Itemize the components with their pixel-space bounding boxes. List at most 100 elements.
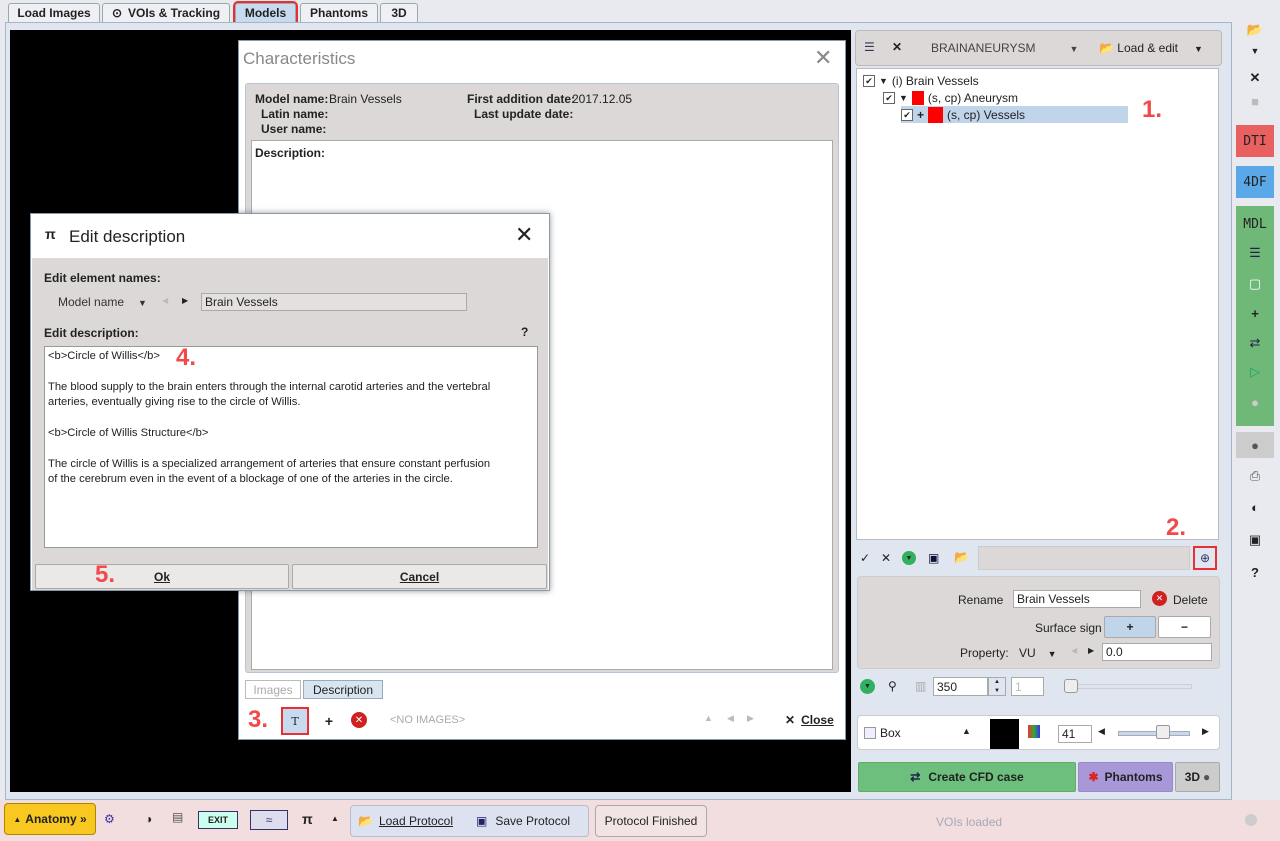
check-icon[interactable]: ✓ [860, 551, 870, 565]
close-button[interactable]: ✕ Close [785, 713, 834, 727]
box-checkbox[interactable] [864, 727, 876, 739]
clear-icon[interactable]: ✕ [892, 40, 902, 54]
surface-icon[interactable]: ▢ [1236, 276, 1274, 292]
spin-input[interactable]: 350 [933, 677, 988, 696]
pi-icon[interactable]: π [302, 811, 313, 827]
add-icon[interactable]: + [1236, 306, 1274, 321]
prev-arrow-icon[interactable]: ◀ [727, 713, 734, 724]
create-cfd-button[interactable]: ⇄ Create CFD case [858, 762, 1076, 792]
ok-button[interactable]: Ok [35, 564, 289, 589]
save-icon[interactable]: ▣ [928, 551, 939, 565]
tool-icon[interactable]: ⚲ [888, 679, 897, 693]
surface-minus-button[interactable]: − [1158, 616, 1211, 638]
property-value-input[interactable]: 0.0 [1102, 643, 1212, 661]
spinner-arrows[interactable]: ▲ ▼ [988, 677, 1006, 696]
add-icon[interactable]: + [321, 711, 337, 731]
tab-description[interactable]: Description [303, 680, 383, 699]
folder-open-icon[interactable]: 📂 [954, 550, 969, 564]
tree-node[interactable]: ✔ ▼ (i) Brain Vessels [863, 74, 979, 88]
text-edit-button[interactable]: T [281, 707, 309, 735]
down-circle-icon[interactable]: ▼ [902, 551, 916, 565]
calculator-icon[interactable]: ▤ [172, 810, 183, 824]
compare-icon[interactable]: ≈ [250, 810, 288, 830]
level-slider-thumb[interactable] [1156, 725, 1170, 739]
color-swatch[interactable] [911, 91, 924, 105]
frame-input[interactable]: 1 [1011, 677, 1044, 696]
next-icon[interactable]: ▶ [1088, 646, 1094, 655]
up-arrow-icon[interactable]: ▲ [331, 814, 339, 823]
next-arrow-icon[interactable]: ▶ [747, 713, 754, 724]
checkbox-checked-icon[interactable]: ✔ [883, 92, 895, 104]
up-arrow-icon[interactable]: ▲ [962, 726, 971, 736]
colormap-icon[interactable] [1028, 725, 1040, 738]
gear-icon[interactable]: ⚙ [104, 812, 115, 826]
delete-button[interactable]: Delete [1173, 593, 1208, 607]
up-arrow-icon[interactable]: ▲ [704, 713, 713, 723]
prev-icon[interactable]: ◀ [1071, 646, 1077, 655]
play-icon[interactable]: ▷ [1236, 364, 1274, 380]
remove-icon[interactable]: ✕ [351, 712, 367, 728]
description-textarea[interactable]: <b>Circle of Willis</b> The blood supply … [44, 346, 538, 548]
4df-button[interactable]: 4DF [1236, 166, 1274, 198]
tab-models[interactable]: Models [233, 1, 298, 24]
color-swatch[interactable] [928, 106, 944, 123]
name-selector[interactable]: Model name ▼ [58, 295, 147, 309]
load-protocol-button[interactable]: 📂 Load Protocol [358, 814, 453, 828]
surface-plus-button[interactable]: + [1104, 616, 1156, 638]
tab-load-images[interactable]: Load Images [8, 3, 100, 22]
search-field[interactable] [978, 546, 1190, 570]
delete-icon[interactable]: ✕ [1152, 591, 1167, 606]
dialog-close-icon[interactable]: ✕ [515, 222, 533, 248]
tree-node-selected[interactable]: ✔ + (s, cp) Vessels [901, 106, 1128, 123]
save-protocol-button[interactable]: ▣ Save Protocol [476, 814, 570, 828]
anatomy-button[interactable]: ▲ Anatomy » [4, 803, 96, 835]
name-input[interactable]: Brain Vessels [201, 293, 467, 311]
slider-thumb[interactable] [1064, 679, 1078, 693]
database-icon[interactable]: ☰ [1236, 245, 1274, 261]
folder-open-icon[interactable]: 📂 [1236, 22, 1274, 38]
load-edit-button[interactable]: 📂 Load & edit ▼ [1099, 41, 1203, 55]
dti-button[interactable]: DTI [1236, 125, 1274, 157]
protocol-finished-button[interactable]: Protocol Finished [595, 805, 707, 837]
level-input[interactable]: 41 [1058, 725, 1092, 743]
cross-icon[interactable]: ✕ [881, 551, 891, 565]
checkbox-checked-icon[interactable]: ✔ [863, 75, 875, 87]
brain-icon[interactable]: ● [1236, 432, 1274, 458]
tree-node[interactable]: ✔ ▼ (s, cp) Aneurysm [883, 91, 1018, 105]
tab-vois-tracking[interactable]: ⊙ VOIs & Tracking [102, 3, 230, 22]
model-tree[interactable]: ✔ ▼ (i) Brain Vessels ✔ ▼ (s, cp) Aneurysm ✔… [856, 68, 1219, 540]
prev-name-icon[interactable]: ◀ [162, 296, 168, 305]
bars-icon[interactable]: ▥ [915, 679, 926, 693]
decrease-icon[interactable]: ◀ [1098, 726, 1105, 737]
help-icon[interactable]: ? [521, 325, 528, 339]
close-icon[interactable]: ✕ [814, 45, 832, 71]
mdl-button[interactable]: MDL [1236, 212, 1274, 236]
expand-icon[interactable]: ▼ [879, 76, 888, 86]
tab-images[interactable]: Images [245, 680, 301, 699]
close-all-icon[interactable]: ✕ [1236, 70, 1274, 86]
rename-input[interactable]: Brain Vessels [1013, 590, 1141, 608]
database-icon[interactable]: ☰ [864, 40, 875, 54]
sphere-icon[interactable]: ◑ [145, 812, 152, 826]
dropdown-arrow-icon[interactable]: ▼ [1236, 46, 1274, 56]
tab-3d[interactable]: 3D [380, 3, 418, 22]
property-select[interactable]: VU ▼ [1019, 646, 1057, 660]
expand-icon[interactable]: ▼ [899, 93, 908, 103]
level-slider[interactable] [1118, 731, 1190, 736]
color-preview[interactable] [990, 719, 1019, 749]
print-icon[interactable]: ⎙ [1236, 468, 1274, 484]
cancel-button[interactable]: Cancel [292, 564, 547, 589]
next-name-icon[interactable]: ▶ [182, 296, 188, 305]
frame-slider[interactable] [1064, 684, 1192, 689]
checkbox-checked-icon[interactable]: ✔ [901, 108, 913, 121]
phantoms-button[interactable]: ✱ Phantoms [1078, 762, 1173, 792]
help-icon[interactable]: ? [1236, 565, 1274, 580]
3d-button[interactable]: 3D ● [1175, 762, 1220, 792]
tab-phantoms[interactable]: Phantoms [300, 3, 378, 22]
down-circle-icon[interactable]: ▼ [860, 679, 875, 694]
zoom-icon[interactable]: ⊕ [1193, 546, 1217, 570]
contrast-icon[interactable]: ◐ [1236, 500, 1274, 515]
console-icon[interactable]: ▣ [1236, 532, 1274, 548]
increase-icon[interactable]: ▶ [1202, 726, 1209, 737]
transfer-icon[interactable]: ⇄ [1236, 335, 1274, 351]
